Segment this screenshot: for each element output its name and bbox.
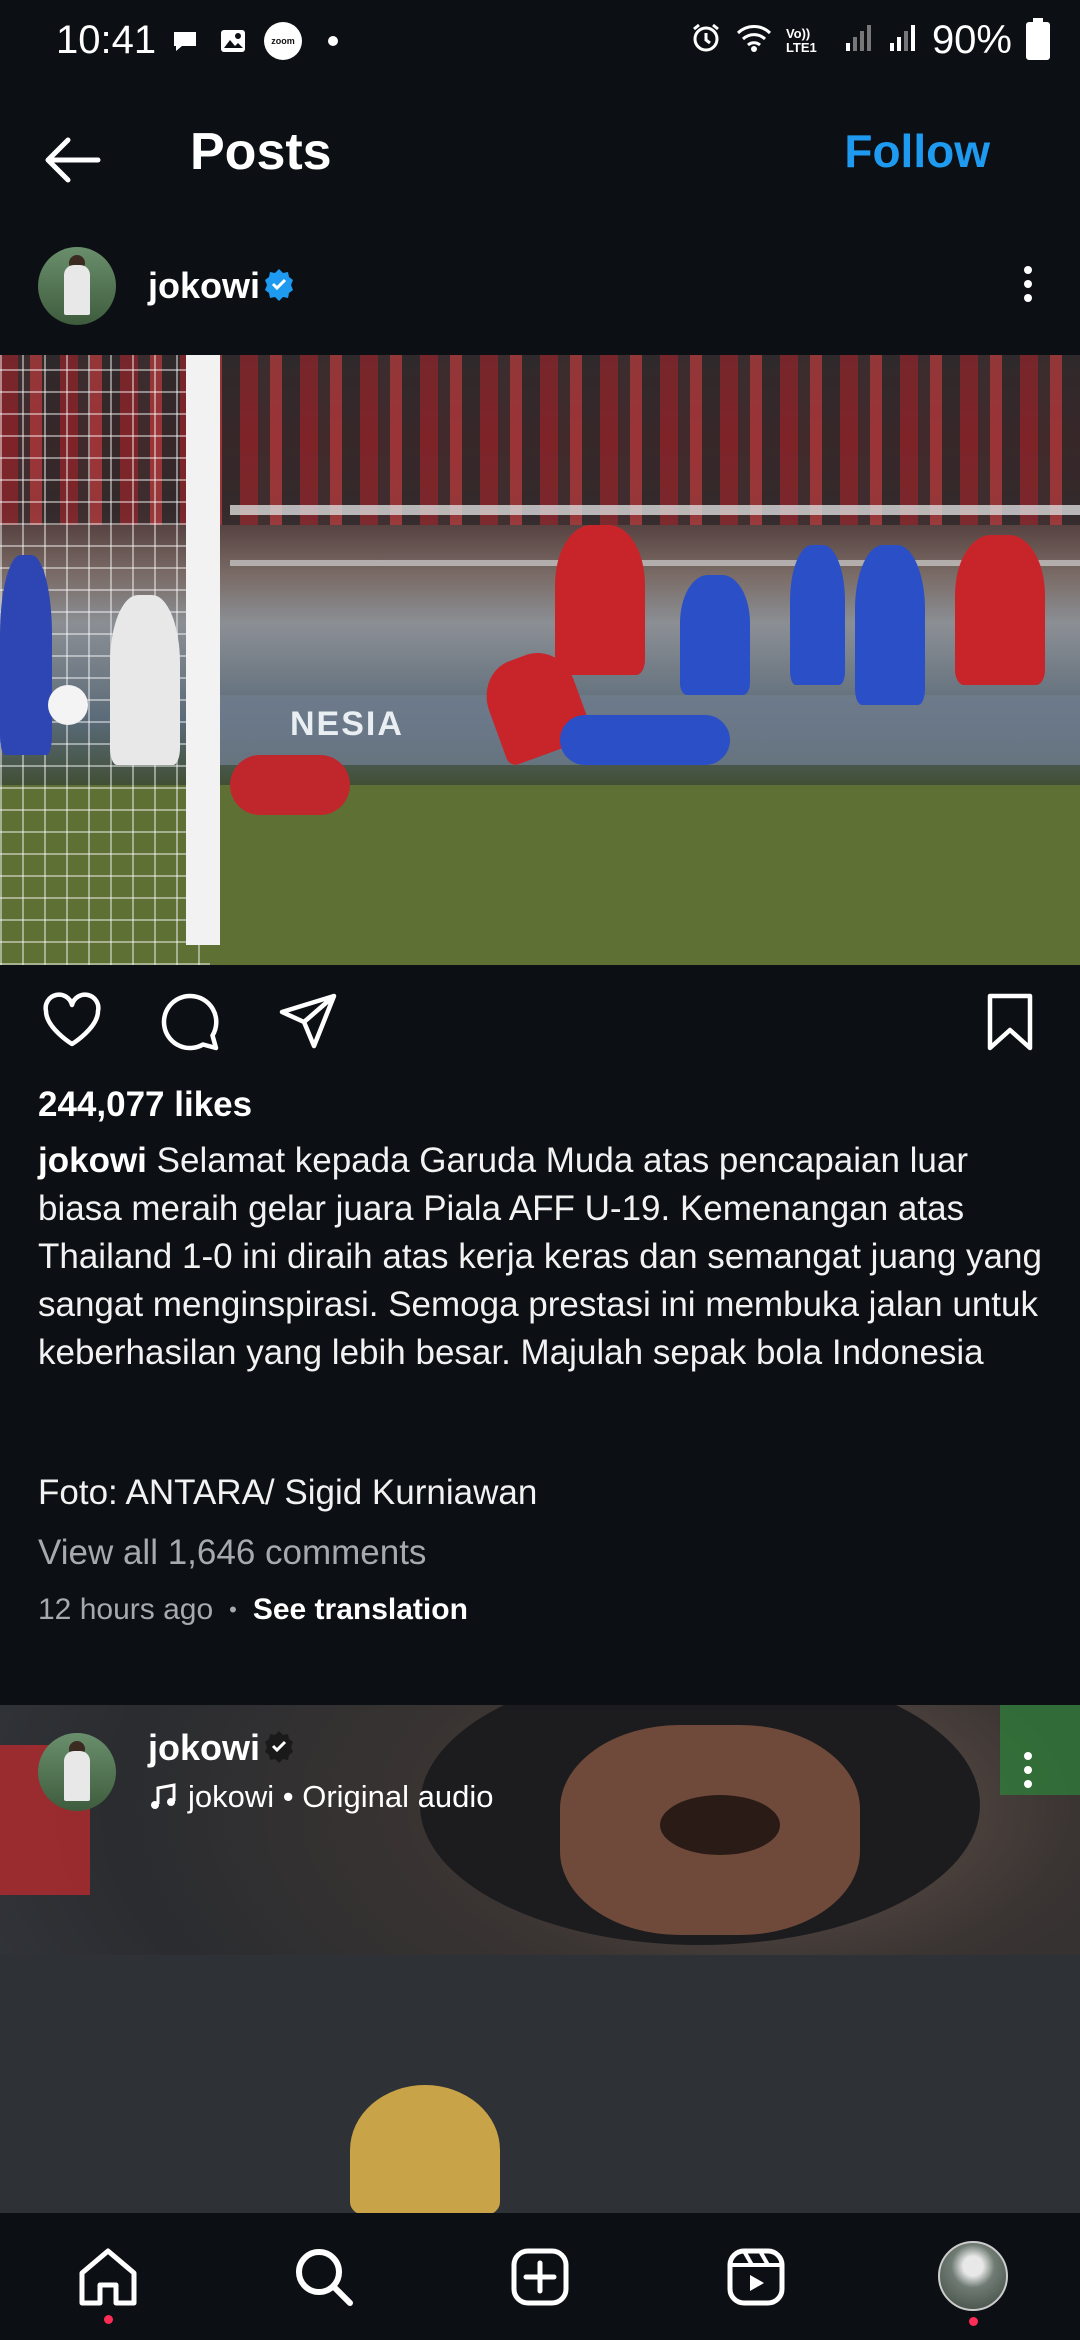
battery-icon xyxy=(1026,17,1050,60)
signal-icon xyxy=(888,23,918,58)
more-options-icon[interactable] xyxy=(1016,261,1040,309)
photo-credit: Foto: ANTARA/ Sigid Kurniawan xyxy=(38,1473,538,1512)
status-left-icons: zoom xyxy=(168,22,350,60)
profile-avatar[interactable] xyxy=(938,2241,1008,2311)
verified-badge-icon xyxy=(265,269,293,301)
gallery-icon xyxy=(216,24,250,58)
follow-button[interactable]: Follow xyxy=(844,124,990,178)
avatar[interactable] xyxy=(38,1733,116,1811)
see-translation-link[interactable]: See translation xyxy=(253,1593,468,1627)
post-image[interactable]: NESIA xyxy=(0,355,1080,965)
wifi-icon xyxy=(736,23,772,58)
add-icon[interactable] xyxy=(506,2243,574,2311)
home-notification-dot xyxy=(104,2315,113,2324)
bottom-nav xyxy=(0,2213,1080,2340)
share-icon[interactable] xyxy=(276,990,340,1054)
back-button[interactable] xyxy=(40,128,104,192)
caption-text: Selamat kepada Garuda Muda atas pencapai… xyxy=(38,1141,1042,1372)
chat-icon xyxy=(168,24,202,58)
post-username[interactable]: jokowi xyxy=(148,1727,260,1769)
stadium-board-text: NESIA xyxy=(290,705,404,743)
status-right-icons: Vo)) LTE1 90% xyxy=(690,17,1050,63)
comment-icon[interactable] xyxy=(158,990,222,1054)
profile-notification-dot xyxy=(969,2317,978,2326)
more-options-icon[interactable] xyxy=(1016,1747,1040,1795)
separator-dot: • xyxy=(229,1597,237,1622)
page-title: Posts xyxy=(190,123,332,181)
verified-badge-icon xyxy=(265,1731,293,1763)
likes-count[interactable]: 244,077 likes xyxy=(38,1085,252,1125)
battery-percent: 90% xyxy=(931,18,1012,62)
zoom-icon: zoom xyxy=(264,22,302,60)
avatar[interactable] xyxy=(38,247,116,325)
post-username[interactable]: jokowi xyxy=(148,265,260,307)
heart-icon[interactable] xyxy=(40,990,104,1054)
post-caption: jokowi Selamat kepada Garuda Muda atas p… xyxy=(38,1137,1048,1377)
alarm-icon xyxy=(690,22,722,59)
post-actions xyxy=(0,990,1080,1060)
post-timestamp: 12 hours ago xyxy=(38,1593,214,1626)
network-label: Vo)) LTE1 xyxy=(785,25,817,55)
music-note-icon xyxy=(151,1783,176,1809)
reels-icon[interactable] xyxy=(722,2243,790,2311)
view-comments-link[interactable]: View all 1,646 comments xyxy=(38,1533,426,1573)
post-header: jokowi xyxy=(0,245,1080,329)
audio-label: jokowi • Original audio xyxy=(188,1779,494,1814)
status-bar: 10:41 zoom Vo)) LTE1 90% xyxy=(0,0,1080,84)
post-meta: 12 hours ago • See translation xyxy=(38,1593,468,1627)
bookmark-icon[interactable] xyxy=(978,990,1042,1054)
dot-icon xyxy=(316,24,350,58)
home-icon[interactable] xyxy=(74,2243,142,2311)
signal-icon xyxy=(844,23,874,58)
arrow-left-icon xyxy=(45,137,101,183)
search-icon[interactable] xyxy=(290,2243,358,2311)
audio-link[interactable]: jokowi • Original audio xyxy=(148,1779,494,1815)
next-post[interactable]: jokowi jokowi • Original audio xyxy=(0,1705,1080,2213)
status-time: 10:41 xyxy=(56,18,157,62)
page-header: Posts Follow xyxy=(0,110,1080,210)
caption-username[interactable]: jokowi xyxy=(38,1141,147,1180)
